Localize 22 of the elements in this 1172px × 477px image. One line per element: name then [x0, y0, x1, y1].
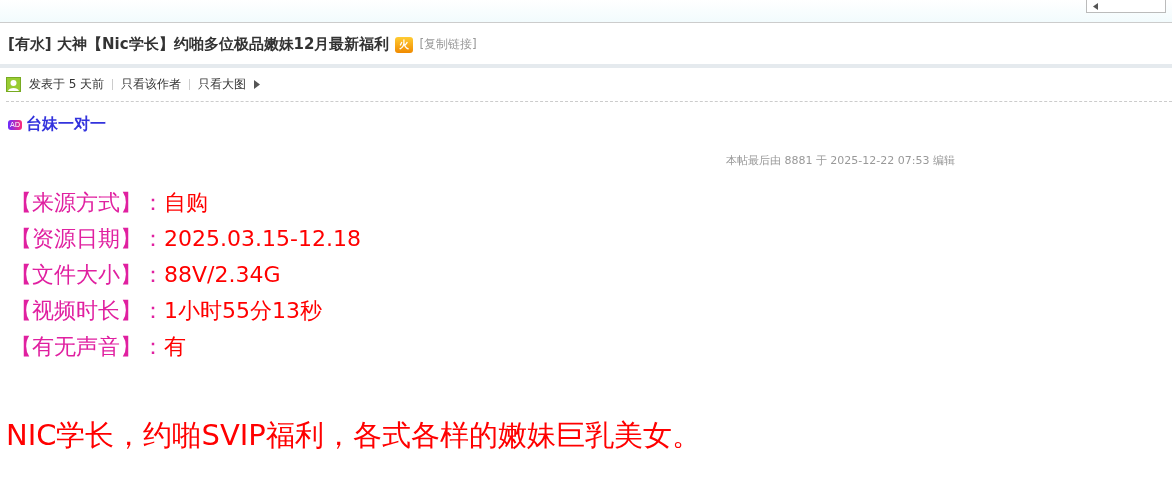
- filter-link[interactable]: 只看大图: [198, 76, 247, 93]
- post-time: 发表于 5 天前: [29, 76, 105, 93]
- field-label: 【视频时长】：: [10, 297, 164, 325]
- play-icon: [254, 80, 261, 89]
- field-label: 【来源方式】：: [10, 189, 164, 217]
- field-value: 有: [164, 333, 186, 361]
- caret-icon: [1093, 3, 1098, 10]
- hot-badge: 火: [395, 36, 414, 53]
- field-label: 【有无声音】：: [10, 333, 164, 361]
- summary-text: NIC学长，约啪SVIP福利，各式各样的嫩妹巨乳美女。: [6, 417, 702, 454]
- user-icon: [6, 77, 21, 92]
- field-label: 【文件大小】：: [10, 261, 164, 289]
- ad-link[interactable]: 台妹一对一: [26, 114, 107, 135]
- field-value: 1小时55分13秒: [164, 297, 322, 325]
- field-value: 2025.03.15-12.18: [164, 225, 361, 253]
- post-title: [有水] 大神【Nic学长】约啪多位极品嫩妹12月最新福利: [8, 35, 390, 54]
- field-value: 88V/2.34G: [164, 261, 281, 289]
- field-value: 自购: [164, 189, 208, 217]
- back-button[interactable]: [1086, 0, 1166, 13]
- edit-note: 本帖最后由 8881 于 2025-12-22 07:53 编辑: [724, 153, 955, 168]
- filter-link[interactable]: 只看该作者: [121, 76, 182, 93]
- field-label: 【资源日期】：: [10, 225, 164, 253]
